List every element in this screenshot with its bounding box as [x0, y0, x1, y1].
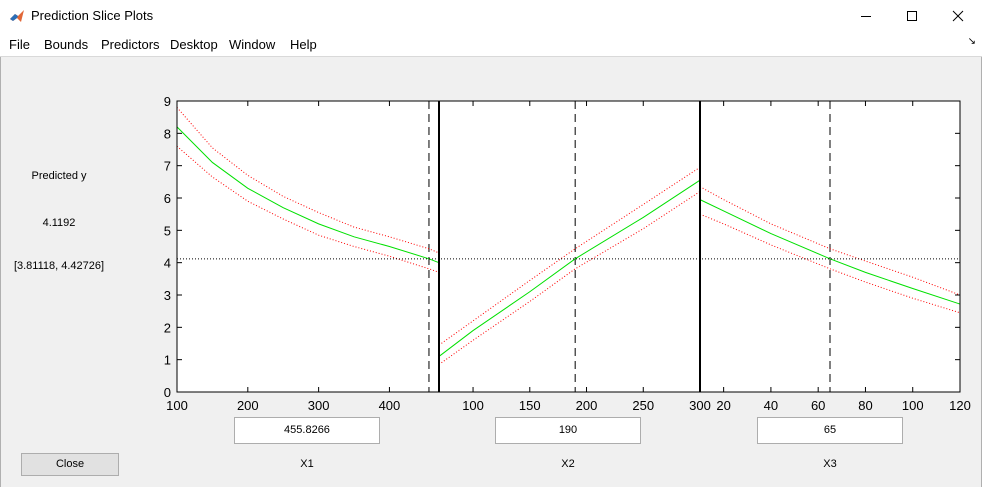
- x2-tick-label: 250: [632, 398, 654, 413]
- y-tick-label: 3: [164, 288, 171, 303]
- x2-tick-label: 200: [576, 398, 598, 413]
- x2-label: X2: [561, 458, 575, 470]
- y-tick-label: 7: [164, 159, 171, 174]
- x1-tick-label: 100: [166, 398, 188, 413]
- x2-value-input[interactable]: 190: [495, 417, 641, 444]
- x2-tick-label: 150: [519, 398, 541, 413]
- x3-tick-label: 60: [811, 398, 825, 413]
- close-button[interactable]: Close: [21, 453, 119, 476]
- y-tick-label: 2: [164, 320, 171, 335]
- x1-value-input[interactable]: 455.8266: [234, 417, 380, 444]
- x1-label: X1: [300, 458, 314, 470]
- y-tick-label: 8: [164, 126, 171, 141]
- x3-tick-label: 120: [949, 398, 971, 413]
- x1-tick-label: 200: [237, 398, 259, 413]
- y-tick-label: 0: [164, 385, 171, 400]
- x3-value-input[interactable]: 65: [757, 417, 903, 444]
- x3-tick-label: 100: [902, 398, 924, 413]
- plot-background: [177, 101, 960, 392]
- y-tick-label: 6: [164, 191, 171, 206]
- x3-label: X3: [823, 458, 837, 470]
- y-tick-label: 9: [164, 94, 171, 109]
- slice-plots: 100 200 300 400 100 150 200 250 300 20 40 60 80 100 12…: [164, 94, 971, 413]
- x1-tick-label: 400: [379, 398, 401, 413]
- x1-tick-label: 300: [308, 398, 330, 413]
- x2-tick-label: 100: [462, 398, 484, 413]
- x3-tick-label: 80: [858, 398, 872, 413]
- x3-tick-label: 20: [716, 398, 730, 413]
- x2-tick-label: 300: [689, 398, 711, 413]
- y-tick-label: 5: [164, 223, 171, 238]
- y-tick-label: 4: [164, 256, 171, 271]
- x3-tick-label: 40: [764, 398, 778, 413]
- y-tick-label: 1: [164, 353, 171, 368]
